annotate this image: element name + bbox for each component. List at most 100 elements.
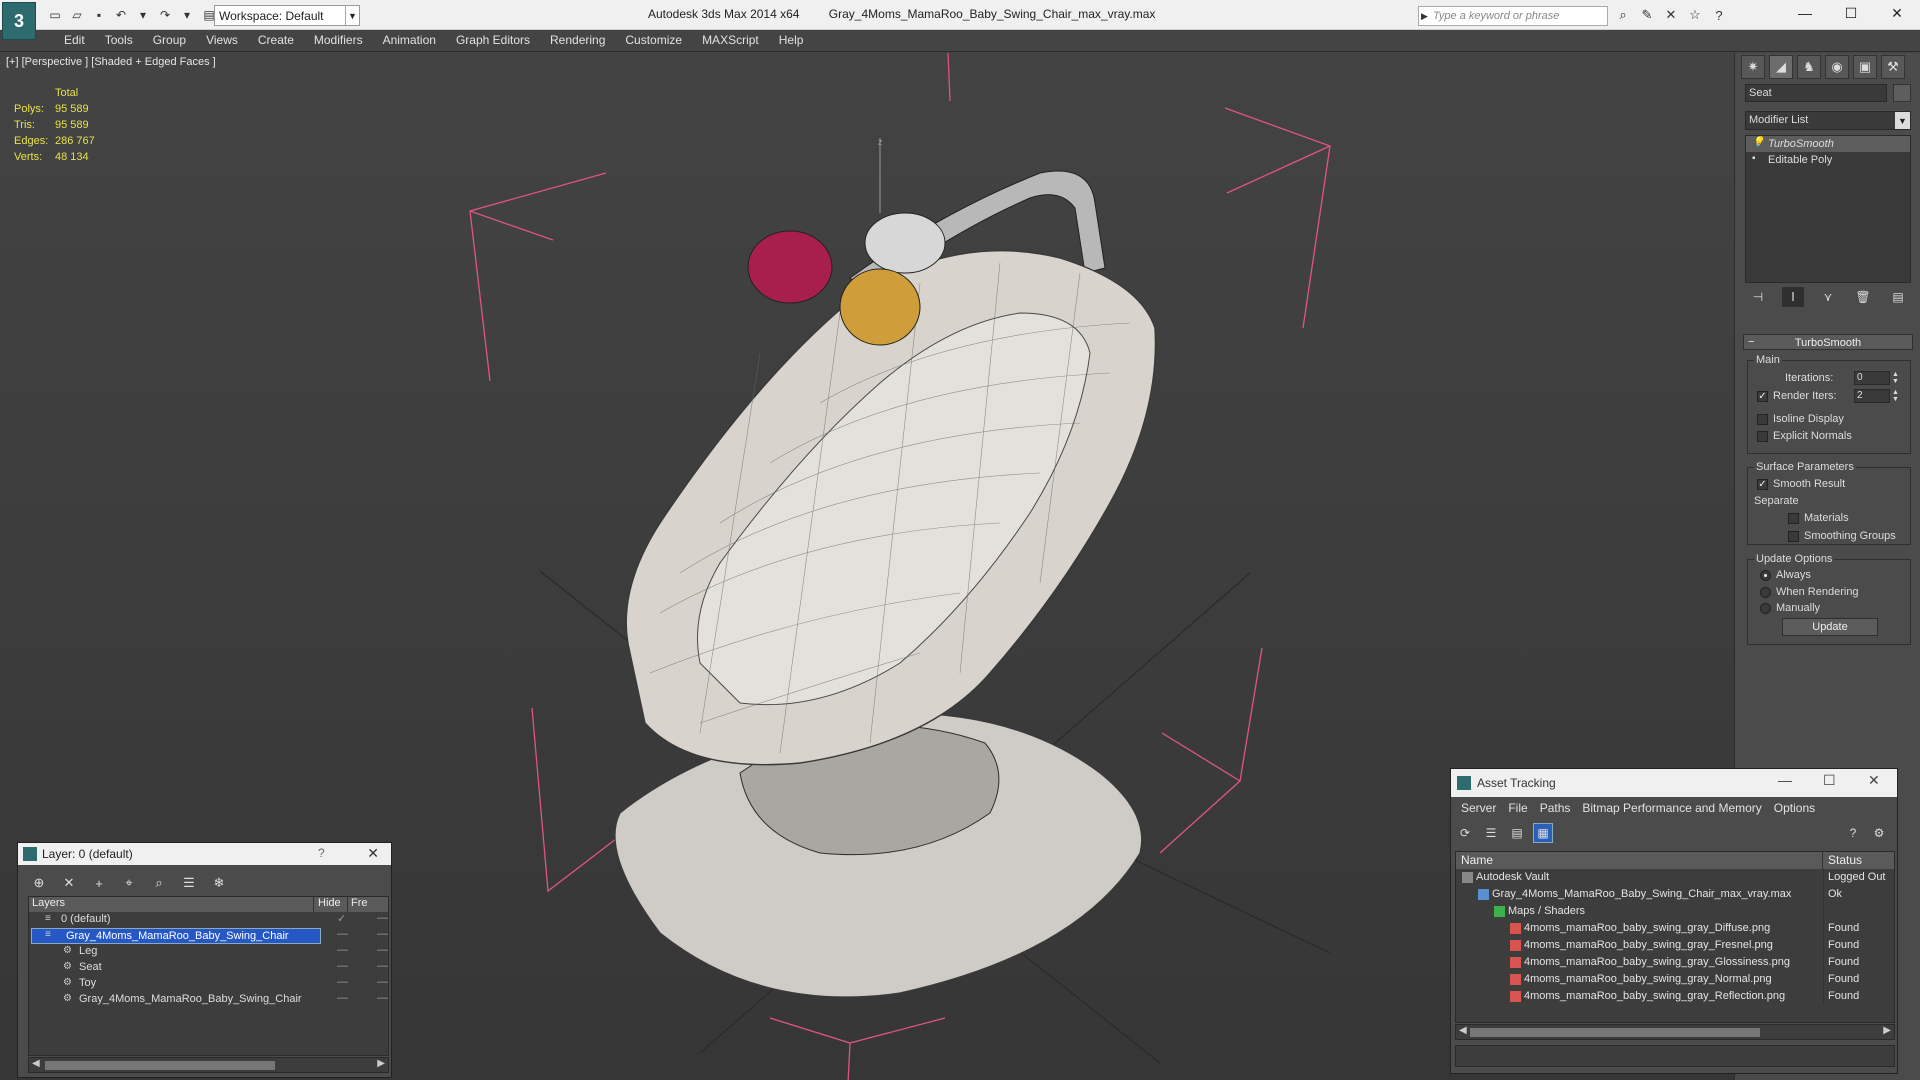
help-icon[interactable]: ? (318, 846, 325, 860)
help-icon[interactable]: ? (1710, 6, 1728, 24)
maximize-icon[interactable]: ☐ (1828, 0, 1874, 26)
asset-menu-paths[interactable]: Paths (1534, 797, 1577, 819)
materials-checkbox[interactable] (1788, 513, 1799, 524)
asset-row[interactable]: 4moms_mamaRoo_baby_swing_gray_Diffuse.pn… (1456, 920, 1894, 937)
menu-item-tools[interactable]: Tools (95, 30, 143, 51)
motion-tab-icon[interactable]: ◉ (1825, 55, 1849, 79)
binoculars-icon[interactable]: ⌕ (1614, 6, 1632, 24)
col-hide[interactable]: Hide (314, 897, 348, 912)
hide-toggle[interactable]: ✓ (337, 912, 346, 925)
layer-row[interactable]: 0 (default) ≡ ✓ — (29, 912, 388, 928)
menu-item-modifiers[interactable]: Modifiers (304, 30, 373, 51)
render-iters-checkbox[interactable]: ✓ (1757, 391, 1768, 402)
smooth-result-checkbox[interactable]: ✓ (1757, 479, 1768, 490)
asset-menu-file[interactable]: File (1502, 797, 1533, 819)
minimize-icon[interactable]: — (1778, 772, 1792, 788)
freeze-toggle[interactable]: — (377, 976, 388, 988)
layer-row[interactable]: Toy ⚙ — — (29, 976, 388, 992)
detail-view-icon[interactable]: ▤ (1507, 823, 1527, 843)
asset-row[interactable]: Autodesk Vault Logged Out (1456, 869, 1894, 886)
freeze-toggle[interactable]: — (377, 960, 388, 972)
always-radio[interactable] (1760, 570, 1771, 581)
spinner-arrows-icon[interactable]: ▲ ▼ (1892, 389, 1900, 403)
horizontal-scrollbar[interactable]: ◀ ▶ (1455, 1024, 1895, 1040)
col-name[interactable]: Name (1456, 852, 1823, 869)
undo-icon[interactable]: ↶ (112, 6, 130, 24)
save-icon[interactable]: ▪ (90, 6, 108, 24)
hierarchy-tab-icon[interactable]: ♞ (1797, 55, 1821, 79)
freeze-all-icon[interactable]: ❄ (208, 873, 230, 893)
make-unique-icon[interactable]: ⋎ (1817, 287, 1839, 307)
explicit-normals-checkbox[interactable] (1757, 431, 1768, 442)
delete-layer-icon[interactable]: ✕ (58, 873, 80, 893)
menu-item-views[interactable]: Views (196, 30, 248, 51)
object-color-swatch[interactable] (1893, 84, 1911, 102)
open-file-icon[interactable]: ▱ (68, 6, 86, 24)
hide-toggle[interactable]: — (337, 976, 348, 988)
when-rendering-radio[interactable] (1760, 587, 1771, 598)
col-freeze[interactable]: Fre (348, 897, 368, 912)
layer-row[interactable]: Gray_4Moms_MamaRoo_Baby_Swing_Chair ⚙ — — (29, 992, 388, 1008)
iterations-spinner[interactable]: 0 (1854, 371, 1890, 385)
asset-tracking-title-bar[interactable]: Asset Tracking — ☐ ✕ (1451, 769, 1897, 797)
table-view-icon[interactable]: ▦ (1533, 823, 1553, 843)
maximize-icon[interactable]: ☐ (1823, 772, 1836, 789)
menu-item-customize[interactable]: Customize (615, 30, 692, 51)
highlight-layer-icon[interactable]: ⌕ (148, 873, 170, 893)
render-iters-spinner[interactable]: 2 (1854, 389, 1890, 403)
app-logo[interactable]: 3 (2, 2, 36, 40)
smoothing-groups-checkbox[interactable] (1788, 531, 1799, 542)
close-icon[interactable]: ✕ (367, 845, 379, 862)
scroll-left-icon[interactable]: ◀ (32, 1058, 40, 1069)
asset-path-field[interactable] (1455, 1045, 1895, 1067)
menu-item-animation[interactable]: Animation (373, 30, 446, 51)
menu-item-maxscript[interactable]: MAXScript (692, 30, 769, 51)
object-name-field[interactable]: Seat (1745, 84, 1887, 102)
utilities-tab-icon[interactable]: ⚒ (1881, 55, 1905, 79)
redo-icon[interactable]: ↷ (156, 6, 174, 24)
favorites-star-icon[interactable]: ☆ (1686, 6, 1704, 24)
viewport-label[interactable]: [+] [Perspective ] [Shaded + Edged Faces… (6, 56, 216, 68)
undo-dropdown-icon[interactable]: ▾ (134, 6, 152, 24)
turbosmooth-rollout-header[interactable]: − TurboSmooth (1743, 334, 1913, 350)
lightbulb-icon[interactable]: 💡 (1752, 137, 1764, 148)
menu-item-group[interactable]: Group (143, 30, 196, 51)
menu-item-graph-editors[interactable]: Graph Editors (446, 30, 540, 51)
menu-item-create[interactable]: Create (248, 30, 304, 51)
minimize-icon[interactable]: — (1782, 0, 1828, 26)
close-icon[interactable]: ✕ (1868, 772, 1880, 789)
scroll-right-icon[interactable]: ▶ (1883, 1025, 1891, 1036)
list-view-icon[interactable]: ☰ (1481, 823, 1501, 843)
communication-icon[interactable]: ✕ (1662, 6, 1680, 24)
configure-modifier-sets-icon[interactable]: ▤ (1887, 287, 1909, 307)
new-file-icon[interactable]: ▭ (46, 6, 64, 24)
hide-toggle[interactable]: — (337, 944, 348, 956)
scroll-right-icon[interactable]: ▶ (377, 1058, 385, 1069)
freeze-toggle[interactable]: — (377, 912, 388, 924)
stack-item-editable-poly[interactable]: ▪ Editable Poly (1746, 152, 1910, 168)
close-icon[interactable]: ✕ (1874, 0, 1920, 26)
pin-stack-icon[interactable]: ⊣ (1747, 287, 1769, 307)
layer-dialog-title-bar[interactable]: Layer: 0 (default) ? ✕ (18, 843, 391, 865)
expand-plus-icon[interactable]: ▪ (1752, 153, 1756, 164)
horizontal-scrollbar[interactable]: ◀ ▶ (28, 1057, 389, 1073)
add-to-layer-icon[interactable]: + (88, 873, 110, 893)
subscription-icon[interactable]: ✎ (1638, 6, 1656, 24)
col-status[interactable]: Status (1823, 852, 1862, 869)
asset-row[interactable]: 4moms_mamaRoo_baby_swing_gray_Normal.png… (1456, 971, 1894, 988)
isoline-display-checkbox[interactable] (1757, 414, 1768, 425)
asset-menu-bitmap-performance-and-memory[interactable]: Bitmap Performance and Memory (1576, 797, 1767, 819)
stack-item-turbosmooth[interactable]: 💡 TurboSmooth (1746, 136, 1910, 152)
layer-row[interactable]: Seat ⚙ — — (29, 960, 388, 976)
create-tab-icon[interactable]: ✷ (1741, 55, 1765, 79)
select-objects-icon[interactable]: ⌖ (118, 873, 140, 893)
refresh-icon[interactable]: ⟳ (1455, 823, 1475, 843)
menu-item-help[interactable]: Help (769, 30, 814, 51)
asset-row[interactable]: Maps / Shaders (1456, 903, 1894, 920)
menu-item-rendering[interactable]: Rendering (540, 30, 615, 51)
create-layer-icon[interactable]: ⊕ (28, 873, 50, 893)
hide-toggle[interactable]: — (337, 960, 348, 972)
scroll-left-icon[interactable]: ◀ (1459, 1025, 1467, 1036)
modifier-list-dropdown[interactable]: Modifier List ▼ (1745, 111, 1911, 130)
freeze-toggle[interactable]: — (377, 992, 388, 1004)
